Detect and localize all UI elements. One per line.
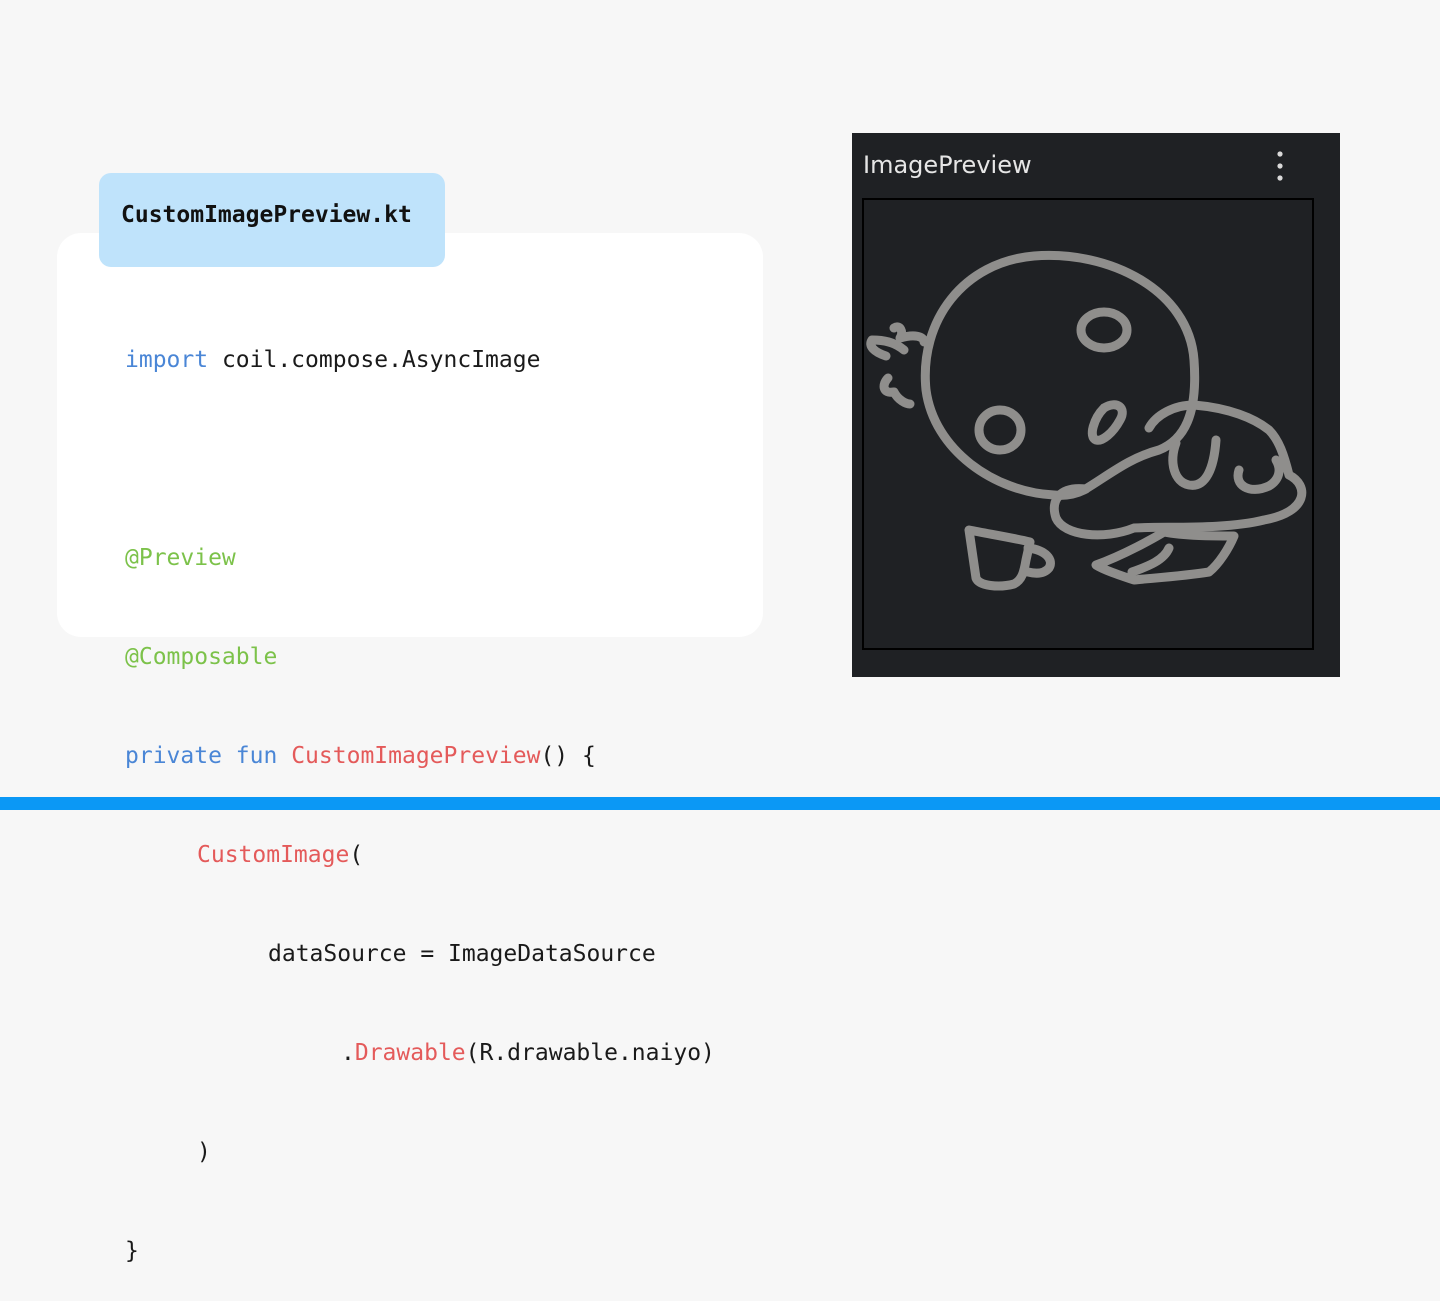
code-line: CustomImage( bbox=[125, 839, 715, 872]
code-block: import coil.compose.AsyncImage @Preview … bbox=[125, 278, 715, 1301]
code-line: @Preview bbox=[125, 542, 715, 575]
code-text: coil.compose.AsyncImage bbox=[208, 347, 541, 373]
code-line: @Composable bbox=[125, 641, 715, 674]
code-keyword: fun bbox=[235, 743, 278, 769]
code-text: ) bbox=[197, 1139, 211, 1165]
code-text: (R.drawable.naiyo) bbox=[465, 1040, 715, 1066]
code-text: ( bbox=[349, 842, 364, 868]
code-line-empty bbox=[125, 443, 715, 476]
code-function-name: CustomImagePreview bbox=[291, 743, 541, 769]
code-text: () { bbox=[540, 743, 596, 769]
more-vert-icon[interactable] bbox=[1270, 149, 1290, 183]
file-name-label: CustomImagePreview.kt bbox=[121, 202, 412, 228]
code-keyword: private bbox=[125, 743, 222, 769]
preview-title: ImagePreview bbox=[863, 151, 1032, 179]
code-annotation: @Composable bbox=[125, 644, 278, 670]
code-keyword: import bbox=[125, 347, 209, 373]
slide: { "file_tab": { "name": "CustomImagePrev… bbox=[0, 0, 1440, 1264]
file-name-tab: CustomImagePreview.kt bbox=[99, 173, 445, 267]
code-line: import coil.compose.AsyncImage bbox=[125, 344, 715, 377]
image-preview-panel: ImagePreview bbox=[852, 133, 1340, 677]
code-text: dataSource = ImageDataSource bbox=[268, 941, 656, 967]
accent-bar bbox=[0, 797, 1440, 810]
sleeping-character-illustration bbox=[866, 250, 1307, 591]
code-line: dataSource = ImageDataSource bbox=[125, 938, 715, 971]
preview-image-frame bbox=[862, 198, 1314, 650]
code-annotation: @Preview bbox=[125, 545, 236, 571]
code-line: } bbox=[125, 1235, 715, 1268]
code-function-name: Drawable bbox=[354, 1040, 466, 1066]
code-line: .Drawable(R.drawable.naiyo) bbox=[125, 1037, 715, 1070]
code-line: ) bbox=[125, 1136, 715, 1169]
code-function-name: CustomImage bbox=[197, 842, 350, 868]
code-text: } bbox=[125, 1238, 139, 1264]
code-line: private fun CustomImagePreview() { bbox=[125, 740, 715, 773]
code-text: . bbox=[341, 1040, 355, 1066]
